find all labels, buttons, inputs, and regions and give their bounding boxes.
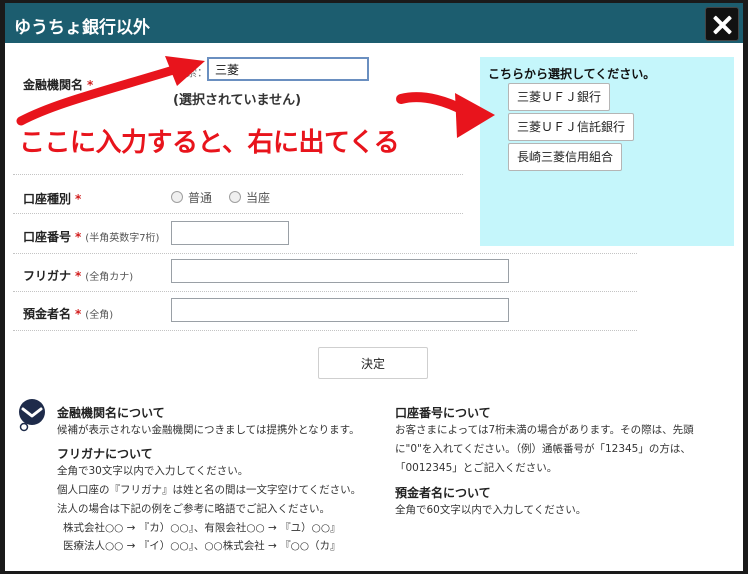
bank-label: 金融機関名 * [23, 78, 94, 92]
row-divider [13, 253, 637, 254]
account-number-label: 口座番号 * (半角英数字7桁) [23, 230, 160, 244]
holder-input[interactable] [171, 298, 509, 322]
help-furigana-line: 法人の場合は下記の例をご参考に略語でご記入ください。 [57, 503, 330, 515]
required-mark: * [75, 269, 82, 283]
account-number-input[interactable] [171, 221, 289, 245]
help-furigana-title: フリガナについて [57, 447, 153, 461]
info-icon [19, 399, 45, 432]
furigana-note: (全角カナ) [85, 272, 134, 283]
row-divider [13, 174, 463, 175]
required-mark: * [75, 230, 82, 244]
bank-option-button[interactable]: 長崎三菱信用組合 [508, 143, 623, 171]
results-title: こちらから選択してください。 [488, 67, 656, 81]
required-mark: * [75, 307, 82, 321]
annotation-text: ここに入力すると、右に出てくる [19, 128, 400, 158]
help-furigana-line: 医療法人○○ → 『イ）○○』、○○株式会社 → 『○○（カ』 [63, 540, 341, 552]
help-furigana-line: 全角で30文字以内で入力してください。 [57, 465, 249, 477]
help-furigana-line: 株式会社○○ → 『カ）○○』、有限会社○○ → 『ユ）○○』 [63, 522, 341, 534]
dialog-title: ゆうちょ銀行以外 [14, 18, 150, 38]
bank-option-button[interactable]: 三菱ＵＦＪ信託銀行 [508, 113, 635, 141]
search-label: 検索： [175, 66, 208, 79]
radio-ordinary[interactable] [171, 191, 183, 203]
help-bank-line: 候補が表示されない金融機関につきましては提携外となります。 [57, 424, 360, 436]
help-account-number-line: お客さまによっては7桁未満の場合があります。その際は、先頭 [395, 424, 694, 436]
holder-label: 預金者名 * (全角) [23, 307, 114, 321]
furigana-input[interactable] [171, 259, 509, 283]
holder-note: (全角) [85, 310, 114, 321]
account-number-note: (半角英数字7桁) [85, 233, 160, 244]
dialog-titlebar: ゆうちょ銀行以外 [5, 3, 743, 43]
help-bank-title: 金融機関名について [57, 406, 165, 420]
account-type-label: 口座種別 * [23, 192, 82, 206]
bank-results-panel: こちらから選択してください。 三菱ＵＦＪ銀行 三菱ＵＦＪ信託銀行 長崎三菱信用組… [480, 57, 734, 246]
row-divider [13, 213, 463, 214]
submit-button[interactable]: 決定 [318, 347, 428, 379]
radio-ordinary-label: 普通 [188, 191, 213, 205]
help-holder-title: 預金者名について [395, 486, 491, 500]
help-holder-line: 全角で60文字以内で入力してください。 [395, 504, 587, 516]
right-arrow-shaft [396, 92, 470, 116]
help-account-number-title: 口座番号について [395, 406, 491, 420]
radio-current-label: 当座 [246, 191, 271, 205]
row-divider [13, 330, 637, 331]
required-mark: * [75, 192, 82, 206]
bank-option-button[interactable]: 三菱ＵＦＪ銀行 [508, 83, 611, 111]
bank-selection-status: (選択されていません) [173, 93, 302, 108]
help-furigana-line: 個人口座の『フリガナ』は姓と名の間は一文字空けてください。 [57, 484, 362, 496]
row-divider [13, 291, 637, 292]
radio-current[interactable] [229, 191, 241, 203]
help-account-number-line: に"0"を入れてください。（例）通帳番号が「12345」の方は、 [395, 443, 691, 455]
bank-search-input[interactable] [207, 57, 369, 81]
help-account-number-line: 「0012345」とご記入ください。 [395, 462, 558, 474]
bank-dialog: ゆうちょ銀行以外 金融機関名* 検索： (選択されていません) こちらから選択し… [5, 3, 743, 571]
furigana-label: フリガナ * (全角カナ) [23, 269, 134, 283]
close-icon[interactable] [705, 7, 739, 41]
required-mark: * [87, 78, 94, 92]
